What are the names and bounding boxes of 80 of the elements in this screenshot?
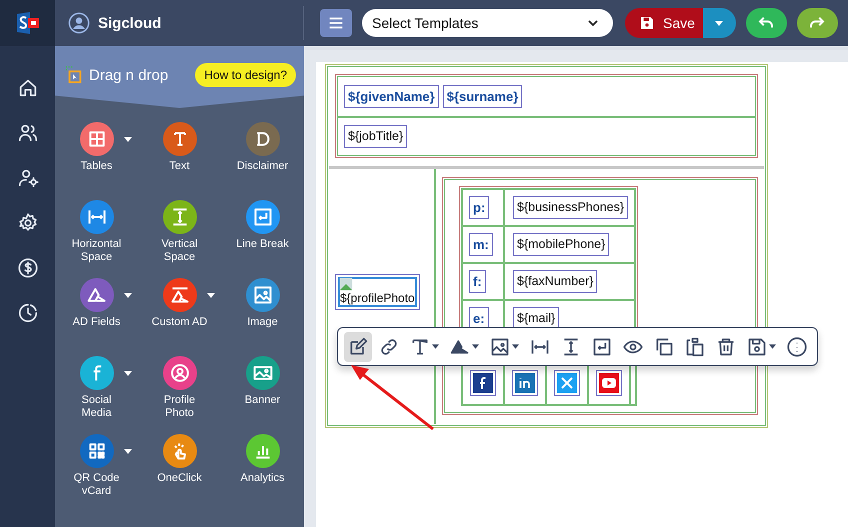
element-tile-icon[interactable] [80,200,114,234]
element-tile-icon[interactable] [80,356,114,390]
caret-icon[interactable] [124,293,132,298]
youtube-icon[interactable] [596,370,622,396]
caret-icon[interactable] [769,344,776,349]
caret-icon[interactable] [124,137,132,142]
contact-label[interactable]: p: [469,196,490,219]
more-icon[interactable] [787,336,807,356]
undo-button[interactable] [746,8,787,38]
element-label: Image [246,316,279,329]
element-label: Horizontal Space [70,238,122,264]
element-label: AD Fields [72,316,122,329]
facebook-icon[interactable] [470,370,496,396]
element-tile-icon[interactable] [246,122,280,156]
dollar-icon[interactable] [16,257,38,279]
element-tile-icon[interactable] [162,200,196,234]
name-placeholder[interactable]: ${surname} [442,85,522,108]
how-to-design-button[interactable]: How to design? [195,63,296,87]
panel-title: Drag n drop [89,66,170,84]
element-label: Profile Photo [162,394,196,420]
user-avatar-icon[interactable] [68,12,90,34]
linkedin-icon[interactable] [512,370,538,396]
delete-icon[interactable] [716,336,736,356]
contact-label[interactable]: f: [469,270,486,293]
users-icon[interactable] [16,122,38,144]
job-title-placeholder[interactable]: ${jobTitle} [344,125,408,148]
redo-button[interactable] [796,8,838,38]
element-label: Social Media [80,394,112,420]
clock-icon[interactable] [16,302,38,324]
element-tile-icon[interactable] [246,356,280,390]
caret-icon[interactable] [206,293,214,298]
linebreak-icon[interactable] [592,336,612,356]
paste-icon[interactable] [685,336,705,356]
edit-tool-button[interactable] [344,332,372,362]
element-label: Analytics [239,472,286,485]
element-tile-icon[interactable] [162,278,196,312]
element-label: Line Break [235,238,290,251]
font-icon[interactable] [410,336,430,356]
element-tile-icon[interactable] [80,122,114,156]
element-label: Text [168,160,191,173]
element-tile-icon[interactable] [246,278,280,312]
element-label: QR Code vCard [72,472,120,498]
edit-icon[interactable] [348,336,368,356]
name-placeholder[interactable]: ${givenName} [344,85,439,108]
caret-icon[interactable] [432,344,439,349]
element-label: Custom AD [150,316,208,329]
app-logo[interactable] [0,0,55,46]
save-icon[interactable] [747,336,767,356]
brand-name: Sigcloud [98,14,162,32]
caret-icon[interactable] [124,371,132,376]
contact-placeholder[interactable]: ${businessPhones} [513,196,628,219]
element-tile-icon[interactable] [80,278,114,312]
copy-icon[interactable] [654,336,674,356]
drag-drop-icon [65,66,83,84]
element-label: OneClick [156,472,203,485]
save-options-button[interactable] [702,8,736,38]
caret-icon[interactable] [124,449,132,454]
profile-photo-placeholder[interactable]: ${profilePhoto [335,274,420,310]
element-tile-icon[interactable] [162,356,196,390]
caret-icon[interactable] [472,344,479,349]
menu-button[interactable] [320,9,352,37]
element-label: Disclaimer [236,160,290,173]
user-settings-icon[interactable] [16,167,38,189]
element-label: Banner [244,394,282,407]
element-label: Tables [80,160,114,173]
caret-icon[interactable] [512,344,519,349]
contact-placeholder[interactable]: ${faxNumber} [513,270,598,293]
element-tile-icon[interactable] [80,434,114,468]
contact-label[interactable]: m: [469,233,493,256]
x-icon[interactable] [554,370,580,396]
image-icon[interactable] [490,336,510,356]
contact-placeholder[interactable]: ${mobilePhone} [513,233,610,256]
element-tile-icon[interactable] [162,122,196,156]
save-button[interactable]: Save [625,8,703,38]
element-tile-icon[interactable] [162,434,196,468]
template-select[interactable]: Select Templates [362,9,613,37]
element-label: Vertical Space [160,238,199,264]
element-tile-icon[interactable] [246,200,280,234]
link-icon[interactable] [379,336,399,356]
element-tile-icon[interactable] [246,434,280,468]
